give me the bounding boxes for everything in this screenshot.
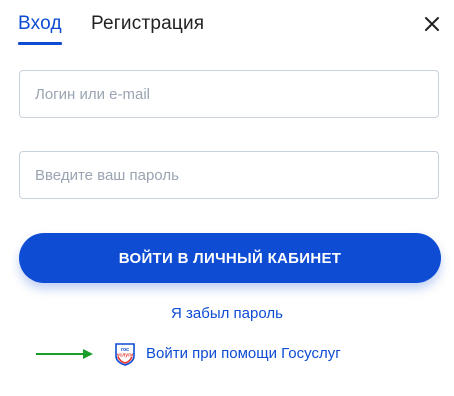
login-input[interactable]	[19, 70, 439, 118]
gosuslugi-logo-text-bottom: услуги	[117, 353, 133, 359]
gosuslugi-logo-icon: гос услуги	[115, 343, 135, 366]
password-input[interactable]	[19, 151, 439, 199]
login-submit-button[interactable]: ВОЙТИ В ЛИЧНЫЙ КАБИНЕТ	[19, 233, 441, 283]
auth-tabs: Вход Регистрация	[0, 0, 454, 48]
active-tab-indicator	[18, 42, 62, 45]
tab-register[interactable]: Регистрация	[91, 12, 204, 36]
close-button[interactable]	[422, 14, 442, 34]
forgot-password-link[interactable]: Я забыл пароль	[0, 305, 454, 322]
close-icon	[425, 17, 439, 31]
tab-login[interactable]: Вход	[18, 12, 62, 36]
arrow-right-icon	[36, 349, 93, 359]
gosuslugi-link-label: Войти при помощи Госуслуг	[146, 345, 341, 362]
